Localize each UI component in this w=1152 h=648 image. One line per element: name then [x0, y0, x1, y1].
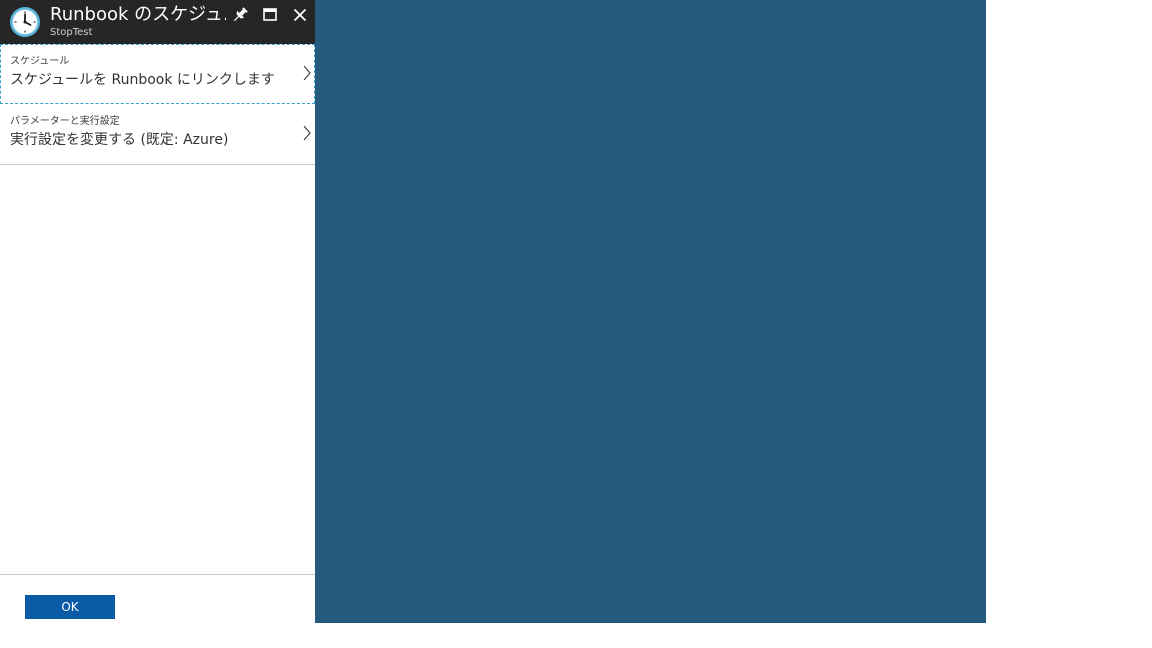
footer-divider [0, 574, 315, 575]
portal-canvas [315, 0, 986, 623]
menu-item-schedule[interactable]: スケジュール スケジュールを Runbook にリンクします [0, 44, 315, 104]
chevron-right-icon [302, 124, 312, 142]
menu-item-label: パラメーターと実行設定 [10, 116, 120, 127]
close-button[interactable] [289, 4, 311, 26]
blade-header: Runbook のスケジュ… StopTest [0, 0, 315, 44]
blade-subtitle: StopTest [50, 27, 93, 38]
schedule-blade: Runbook のスケジュ… StopTest スケジュール スケジュールを R… [0, 0, 315, 623]
blade-title: Runbook のスケジュ… [50, 4, 226, 25]
maximize-button[interactable] [259, 4, 281, 26]
menu-item-label: スケジュール [10, 56, 70, 67]
menu-item-parameters[interactable]: パラメーターと実行設定 実行設定を変更する (既定: Azure) [0, 104, 315, 165]
pin-button[interactable] [229, 4, 251, 26]
menu-item-value: スケジュールを Runbook にリンクします [10, 72, 275, 88]
maximize-icon [259, 4, 281, 26]
ok-button[interactable]: OK [25, 595, 115, 619]
menu-item-value: 実行設定を変更する (既定: Azure) [10, 132, 229, 148]
pin-icon [229, 4, 251, 26]
close-icon [289, 4, 311, 26]
chevron-right-icon [302, 64, 312, 82]
clock-icon [9, 6, 41, 38]
